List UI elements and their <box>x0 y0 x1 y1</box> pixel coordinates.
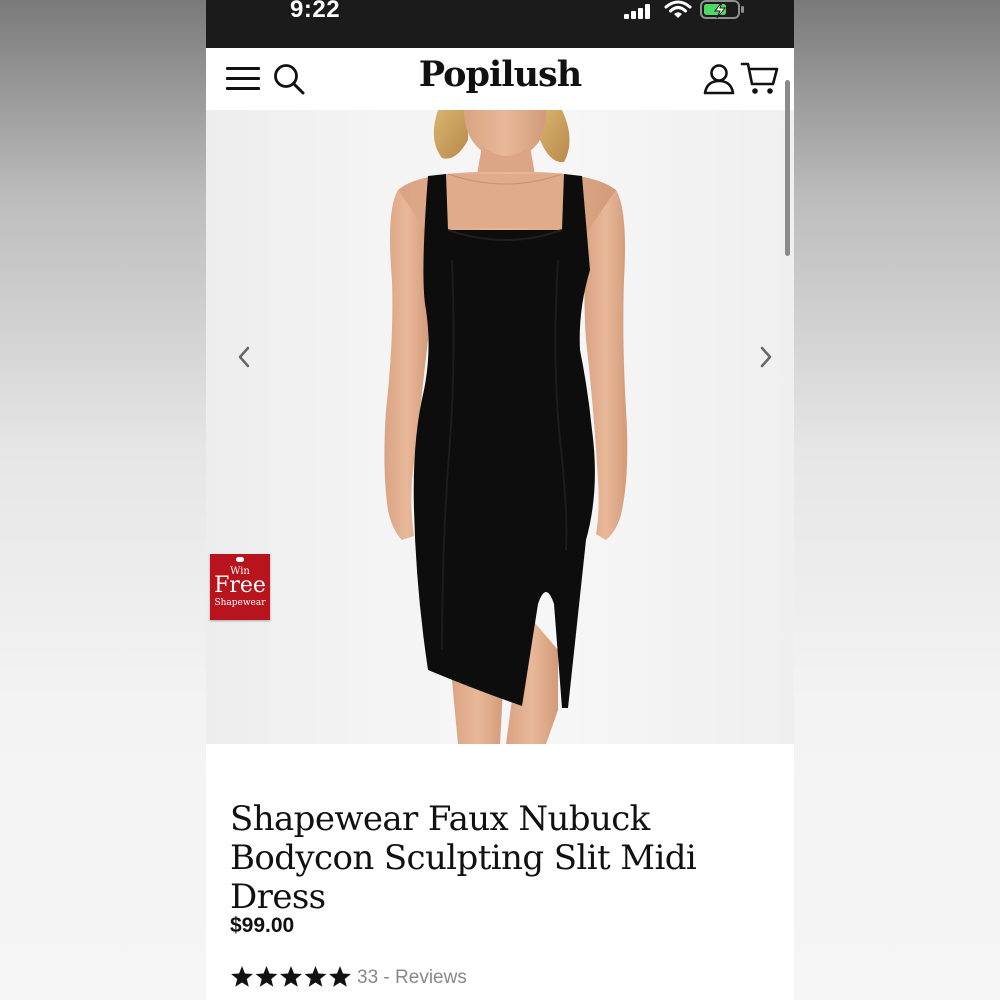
product-title-line-2: Bodycon Sculpting Slit Midi Dress <box>230 838 697 917</box>
chevron-right-icon <box>760 346 772 368</box>
win-free-shapewear-badge[interactable]: Win Free Shapewear <box>210 554 270 620</box>
status-bar: 9:22 <box>206 0 794 48</box>
promo-line-2: Free <box>214 573 266 598</box>
star-icon <box>231 966 253 987</box>
promo-line-3: Shapewear <box>214 598 266 608</box>
scrollbar[interactable] <box>785 80 790 256</box>
product-photo <box>384 110 628 744</box>
star-icon <box>280 966 302 987</box>
rating-stars <box>231 966 351 987</box>
review-count: 33 <box>357 967 379 988</box>
cart-icon[interactable] <box>740 60 780 96</box>
star-icon <box>304 966 327 987</box>
product-title: Shapewear Faux Nubuck Bodycon Sculpting … <box>230 800 780 917</box>
previous-image-button[interactable] <box>230 342 260 372</box>
review-separator: - <box>378 967 396 988</box>
product-image-gallery[interactable]: Win Free Shapewear <box>206 110 794 744</box>
wifi-icon <box>664 0 692 25</box>
battery-icon <box>700 0 746 25</box>
product-price: $99.00 <box>230 914 295 937</box>
chevron-left-icon <box>238 346 250 368</box>
review-label: Reviews <box>395 967 467 988</box>
status-time: 9:22 <box>290 0 341 23</box>
product-title-line-1: Shapewear Faux Nubuck <box>230 799 650 839</box>
star-icon <box>255 966 278 987</box>
account-icon[interactable] <box>702 62 736 96</box>
tag-hole <box>236 557 244 562</box>
site-header: Popilush <box>206 48 794 110</box>
phone-screen: 9:22 Popilush Win Free Shapewear Shapewe… <box>206 0 794 1000</box>
cellular-signal-icon <box>624 3 654 19</box>
star-icon <box>329 966 351 987</box>
review-link[interactable]: 33 - Reviews <box>357 967 467 989</box>
next-image-button[interactable] <box>750 342 780 372</box>
